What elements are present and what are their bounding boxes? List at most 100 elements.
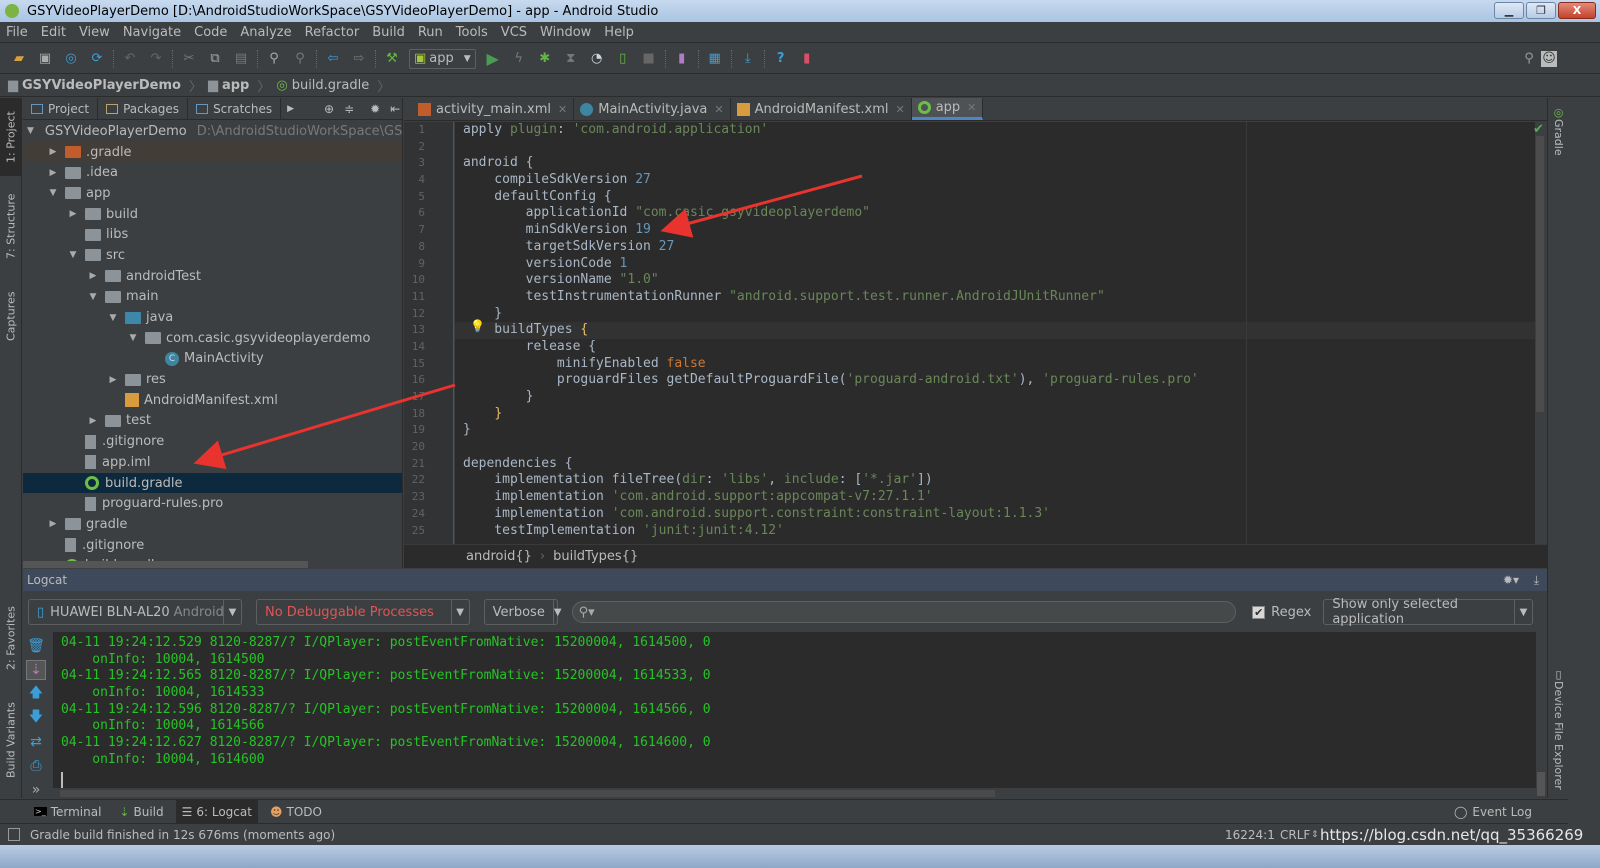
tree-item[interactable]: app.iml xyxy=(23,452,402,473)
make-icon[interactable]: ⚒ xyxy=(384,51,400,67)
caret-position[interactable]: 16224:1 xyxy=(1225,828,1275,842)
down-arrow-icon[interactable]: 🡇 xyxy=(26,708,46,728)
tool-tab-gradle[interactable]: ◎ Gradle xyxy=(1548,106,1569,166)
restore-button[interactable]: ❐ xyxy=(1526,2,1556,19)
tree-item[interactable]: ▼ main xyxy=(23,287,402,308)
log-level-select[interactable]: Verbose ▼ xyxy=(483,599,562,625)
more-tabs-icon[interactable]: ▶ xyxy=(287,104,294,114)
logcat-output[interactable]: 04-11 19:24:12.529 8120-8287/? I/QPlayer… xyxy=(53,632,1536,788)
print-icon[interactable]: ⎙ xyxy=(26,756,46,776)
tab-androidmanifest-xml[interactable]: AndroidManifest.xml ✕ xyxy=(731,98,912,120)
menu-run[interactable]: Run xyxy=(418,25,443,40)
status-toggle-icon[interactable] xyxy=(8,828,20,841)
crumb-android[interactable]: android{} xyxy=(466,549,532,564)
redo-icon[interactable]: ↷ xyxy=(148,51,164,67)
clear-logcat-icon[interactable]: 🗑 xyxy=(26,636,46,656)
menu-window[interactable]: Window xyxy=(540,25,591,40)
debug-icon[interactable]: ✱ xyxy=(537,51,553,67)
tree-item[interactable]: ▶ test xyxy=(23,411,402,432)
stop-icon[interactable]: ■ xyxy=(641,51,657,67)
up-arrow-icon[interactable]: 🡅 xyxy=(26,684,46,704)
tree-item[interactable]: proguard-rules.pro xyxy=(23,493,402,514)
help-icon[interactable]: ? xyxy=(773,51,789,67)
scroll-to-end-icon[interactable]: ⇣ xyxy=(26,660,46,680)
tree-item[interactable]: build.gradle xyxy=(23,472,402,494)
logcat-search-field[interactable] xyxy=(600,604,1236,620)
menu-analyze[interactable]: Analyze xyxy=(240,25,291,40)
tab-mainactivity-java[interactable]: MainActivity.java ✕ xyxy=(574,98,731,120)
expand-down-icon[interactable]: ▼ xyxy=(47,188,59,198)
save-icon[interactable]: ▣ xyxy=(37,51,53,67)
user-avatar-icon[interactable]: ☺ xyxy=(1541,50,1557,67)
crumb-buildtypes[interactable]: buildTypes{} xyxy=(553,549,638,564)
more-icon[interactable]: » xyxy=(26,780,46,800)
tool-tab-favorites[interactable]: 2: Favorites xyxy=(0,596,22,681)
tree-item[interactable]: ▶ gradle xyxy=(23,514,402,535)
device-icon[interactable]: ▮ xyxy=(799,51,815,67)
locate-icon[interactable]: ⊕ xyxy=(324,102,334,116)
menu-help[interactable]: Help xyxy=(604,25,634,40)
menu-view[interactable]: View xyxy=(79,25,110,40)
expand-right-icon[interactable]: ▶ xyxy=(47,519,59,529)
minimize-button[interactable]: ▁ xyxy=(1494,2,1524,19)
close-tab-icon[interactable]: ✕ xyxy=(558,103,567,116)
attach-process-icon[interactable]: ▯ xyxy=(615,51,631,67)
back-icon[interactable]: ⇦ xyxy=(325,51,341,67)
forward-icon[interactable]: ⇨ xyxy=(351,51,367,67)
expand-down-icon[interactable]: ▼ xyxy=(27,126,34,136)
event-log-button[interactable]: ◯ Event Log xyxy=(1448,800,1538,824)
tab-activity-main-xml[interactable]: activity_main.xml ✕ xyxy=(412,98,575,120)
tab-packages[interactable]: Packages xyxy=(98,98,189,120)
tree-item[interactable]: .gitignore xyxy=(23,535,402,556)
search-everywhere-icon[interactable]: ⚲ xyxy=(1521,51,1537,67)
breadcrumb-project[interactable]: ▆ GSYVideoPlayerDemo xyxy=(8,78,181,93)
status-message[interactable]: Gradle build finished in 12s 676ms (mome… xyxy=(30,828,335,842)
breadcrumb-app[interactable]: ▆ app xyxy=(208,78,249,93)
lightbulb-icon[interactable]: 💡 xyxy=(470,319,485,333)
tab-todo[interactable]: ☻ TODO xyxy=(264,800,328,824)
run-icon[interactable]: ▶ xyxy=(485,49,501,68)
tree-item[interactable]: C MainActivity xyxy=(23,349,402,370)
expand-down-icon[interactable]: ▼ xyxy=(67,250,79,260)
tool-tab-build-variants[interactable]: Build Variants xyxy=(0,693,22,788)
menu-tools[interactable]: Tools xyxy=(456,25,488,40)
sdk-manager-icon[interactable]: ⤓ xyxy=(740,51,756,67)
tree-item[interactable]: ▶ androidTest xyxy=(23,266,402,287)
undo-icon[interactable]: ↶ xyxy=(122,51,138,67)
run-config-select[interactable]: ▣ app ▼ xyxy=(409,48,476,69)
tab-scratches[interactable]: Scratches xyxy=(188,98,282,120)
expand-down-icon[interactable]: ▼ xyxy=(107,313,119,323)
menu-file[interactable]: File xyxy=(6,25,28,40)
collapse-all-icon[interactable]: ≑ xyxy=(344,102,354,116)
replace-icon[interactable]: ⚲ xyxy=(292,51,308,67)
avd-manager-icon[interactable]: ▮ xyxy=(674,51,690,67)
project-structure-icon[interactable]: ▦ xyxy=(707,51,723,67)
close-button[interactable]: X xyxy=(1558,2,1596,19)
menu-edit[interactable]: Edit xyxy=(41,25,66,40)
tool-tab-device-file-explorer[interactable]: ▯ Device File Explorer xyxy=(1548,668,1569,793)
tree-item[interactable]: .gitignore xyxy=(23,431,402,452)
tool-tab-captures[interactable]: Captures xyxy=(0,283,22,349)
soft-wrap-icon[interactable]: ⇄ xyxy=(26,732,46,752)
apply-changes-icon[interactable]: ϟ xyxy=(511,51,527,67)
settings-icon[interactable]: ✹ xyxy=(370,102,380,116)
editor-vertical-scrollbar[interactable] xyxy=(1536,136,1544,412)
close-tab-icon[interactable]: ✕ xyxy=(895,103,904,116)
tree-item[interactable]: ▶ .gradle xyxy=(23,141,402,163)
logcat-horizontal-scrollbar[interactable] xyxy=(60,790,995,797)
device-select[interactable]: ▯ HUAWEI BLN-AL20 Android 8 ▼ xyxy=(28,599,242,625)
expand-right-icon[interactable]: ▶ xyxy=(67,209,79,219)
tree-item[interactable]: ▼ src xyxy=(23,245,402,266)
tool-tab-project[interactable]: 1: Project xyxy=(0,98,22,176)
tree-item[interactable]: ▶ build xyxy=(23,204,402,225)
tab-app-gradle[interactable]: app ✕ xyxy=(911,98,984,120)
breadcrumb-file[interactable]: ◎ build.gradle xyxy=(276,78,369,93)
paste-icon[interactable]: ▤ xyxy=(233,51,249,67)
hide-panel-icon[interactable]: ⇤ xyxy=(390,102,400,116)
tree-item[interactable]: ▼ java xyxy=(23,307,402,328)
sync-icon[interactable]: ◎ xyxy=(63,51,79,67)
expand-down-icon[interactable]: ▼ xyxy=(87,292,99,302)
sync-gradle-icon[interactable]: ⟳ xyxy=(89,51,105,67)
regex-checkbox[interactable]: ✔ xyxy=(1252,605,1266,619)
tab-build[interactable]: ⇣ Build xyxy=(113,800,169,824)
